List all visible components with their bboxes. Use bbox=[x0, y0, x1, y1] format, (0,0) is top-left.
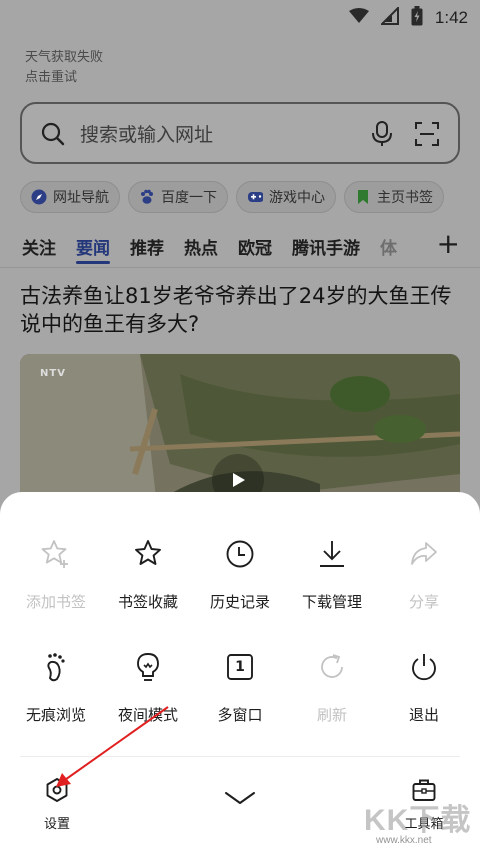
status-bar: 1:42 bbox=[0, 0, 480, 34]
incognito-button[interactable]: 无痕浏览 bbox=[10, 649, 102, 725]
quick-link-label: 主页书签 bbox=[377, 190, 433, 206]
search-bar[interactable]: 搜索或输入网址 bbox=[20, 102, 460, 164]
chevron-down-icon bbox=[223, 789, 257, 811]
watermark-url: www.kkx.net bbox=[376, 835, 432, 846]
tab-sports[interactable]: 体 bbox=[380, 234, 397, 270]
news-tab-bar: 关注 要闻 推荐 热点 欧冠 腾讯手游 体 bbox=[22, 234, 462, 270]
battery-icon bbox=[411, 6, 423, 30]
divider bbox=[0, 267, 480, 268]
quick-link-games[interactable]: 游戏中心 bbox=[236, 181, 336, 213]
weather-widget[interactable]: 天气获取失败 点击重试 bbox=[25, 48, 103, 88]
tab-headlines[interactable]: 要闻 bbox=[76, 234, 110, 270]
bulb-icon bbox=[130, 649, 166, 685]
refresh-button[interactable]: 刷新 bbox=[286, 649, 378, 725]
power-icon bbox=[406, 649, 442, 685]
settings-button[interactable]: 设置 bbox=[36, 777, 78, 832]
download-icon bbox=[314, 536, 350, 572]
menu-label: 无痕浏览 bbox=[25, 706, 86, 724]
menu-label: 历史记录 bbox=[209, 593, 270, 611]
share-button[interactable]: 分享 bbox=[378, 536, 470, 612]
watermark-text: KK下载 bbox=[364, 804, 472, 837]
quick-link-nav[interactable]: 网址导航 bbox=[20, 181, 120, 213]
wifi-icon bbox=[348, 8, 369, 28]
quick-link-label: 网址导航 bbox=[53, 190, 109, 206]
menu-label: 下载管理 bbox=[301, 593, 362, 611]
video-channel-badge: NTV bbox=[40, 368, 66, 379]
refresh-icon bbox=[314, 649, 350, 685]
history-button[interactable]: 历史记录 bbox=[194, 536, 286, 612]
star-plus-icon bbox=[38, 536, 74, 572]
weather-error-text: 天气获取失败 bbox=[25, 50, 104, 65]
collapse-menu-button[interactable] bbox=[220, 785, 260, 815]
compass-icon bbox=[31, 189, 47, 205]
menu-row-2: 无痕浏览 夜间模式 1 多窗口 刷新 退出 bbox=[10, 649, 470, 725]
search-placeholder: 搜索或输入网址 bbox=[80, 124, 214, 146]
signal-icon bbox=[379, 5, 399, 29]
downloads-button[interactable]: 下载管理 bbox=[286, 536, 378, 612]
tab-tencent-games[interactable]: 腾讯手游 bbox=[292, 234, 360, 270]
menu-row-1: 添加书签 书签收藏 历史记录 下载管理 分享 bbox=[10, 536, 470, 612]
add-tab-icon[interactable]: + bbox=[437, 230, 460, 258]
search-icon bbox=[40, 121, 66, 151]
window-count: 1 bbox=[235, 659, 245, 675]
scan-icon[interactable] bbox=[414, 121, 440, 151]
menu-label: 退出 bbox=[408, 706, 439, 724]
tab-hot[interactable]: 热点 bbox=[184, 234, 218, 270]
divider bbox=[20, 756, 460, 757]
menu-label: 分享 bbox=[408, 593, 439, 611]
window-count-icon: 1 bbox=[222, 649, 258, 685]
exit-button[interactable]: 退出 bbox=[378, 649, 470, 725]
tab-champions-league[interactable]: 欧冠 bbox=[238, 234, 272, 270]
gear-icon bbox=[44, 777, 70, 807]
tab-recommend[interactable]: 推荐 bbox=[130, 234, 164, 270]
gamepad-icon bbox=[247, 189, 263, 205]
clock-icon bbox=[222, 536, 258, 572]
bookmark-icon bbox=[355, 189, 371, 205]
microphone-icon[interactable] bbox=[370, 120, 394, 152]
quick-link-label: 百度一下 bbox=[161, 190, 217, 206]
menu-label: 添加书签 bbox=[25, 593, 86, 611]
quick-link-bookmarks[interactable]: 主页书签 bbox=[344, 181, 444, 213]
quick-link-baidu[interactable]: 百度一下 bbox=[128, 181, 228, 213]
menu-label: 刷新 bbox=[316, 706, 347, 724]
weather-retry-text[interactable]: 点击重试 bbox=[25, 68, 103, 88]
settings-label: 设置 bbox=[43, 817, 70, 832]
status-time: 1:42 bbox=[434, 8, 468, 27]
add-bookmark-button[interactable]: 添加书签 bbox=[10, 536, 102, 612]
share-icon bbox=[406, 536, 442, 572]
quick-link-label: 游戏中心 bbox=[269, 190, 325, 206]
menu-label: 多窗口 bbox=[217, 706, 263, 724]
paw-icon bbox=[139, 189, 155, 205]
news-headline[interactable]: 古法养鱼让81岁老爷爷养出了24岁的大鱼王传说中的鱼王有多大? bbox=[20, 282, 460, 338]
quick-links: 网址导航 百度一下 游戏中心 主页书签 bbox=[20, 181, 444, 213]
watermark: KK下载 www.kkx.net bbox=[360, 795, 478, 851]
tab-follow[interactable]: 关注 bbox=[22, 234, 56, 270]
night-mode-button[interactable]: 夜间模式 bbox=[102, 649, 194, 725]
bookmarks-button[interactable]: 书签收藏 bbox=[102, 536, 194, 612]
multi-window-button[interactable]: 1 多窗口 bbox=[194, 649, 286, 725]
menu-label: 夜间模式 bbox=[117, 706, 178, 724]
star-icon bbox=[130, 536, 166, 572]
footprint-icon bbox=[38, 649, 74, 685]
menu-label: 书签收藏 bbox=[117, 593, 178, 611]
